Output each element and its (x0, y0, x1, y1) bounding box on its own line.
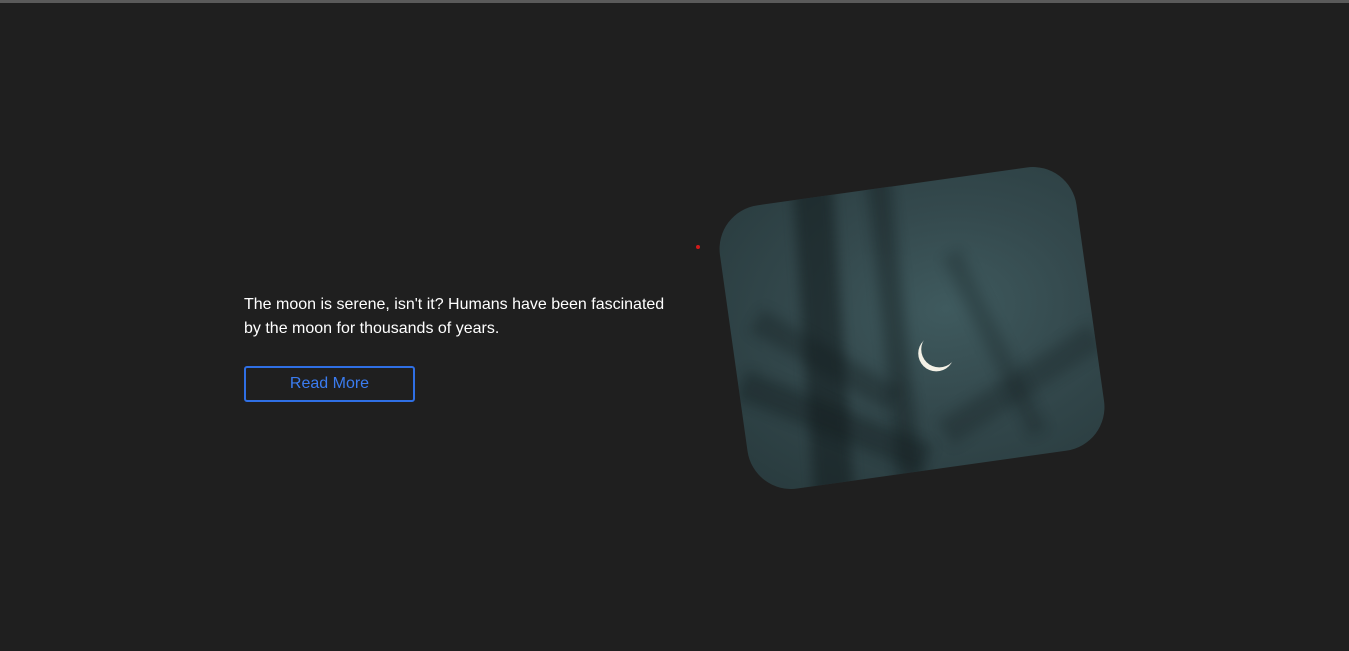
moon-image (713, 161, 1111, 495)
hero-text: The moon is serene, isn't it? Humans hav… (244, 296, 665, 337)
read-more-button[interactable]: Read More (244, 366, 415, 402)
cursor-dot (696, 245, 700, 249)
hero-section: The moon is serene, isn't it? Humans hav… (244, 293, 684, 402)
crescent-moon (921, 331, 957, 367)
top-border (0, 0, 1349, 3)
